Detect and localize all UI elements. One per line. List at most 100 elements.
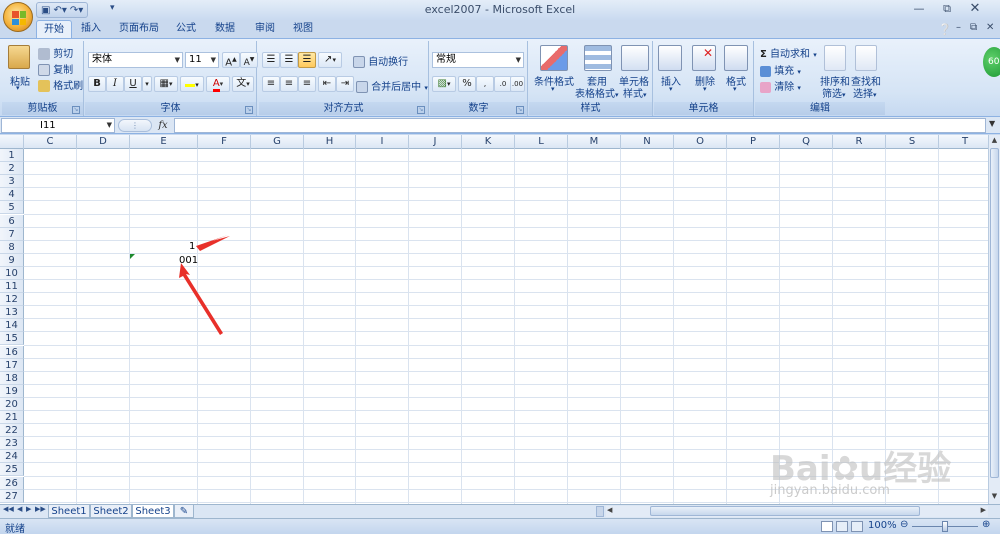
find-select-button[interactable]: 选择▾ <box>853 85 877 100</box>
scroll-down-icon[interactable]: ▼ <box>990 492 999 502</box>
sort-filter-button[interactable]: 筛选▾ <box>822 85 846 100</box>
normal-view-icon[interactable] <box>821 521 833 532</box>
wrap-text-label: 自动换行 <box>368 57 409 68</box>
page-break-view-icon[interactable] <box>851 521 863 532</box>
tab-view[interactable]: 视图 <box>288 20 318 38</box>
horizontal-scrollbar[interactable]: ◀ ▶ <box>606 506 988 517</box>
tab-split-handle[interactable] <box>596 506 604 517</box>
zoom-in-icon[interactable]: ⊕ <box>982 519 990 530</box>
tab-data[interactable]: 数据 <box>210 20 240 38</box>
cut-button[interactable]: 剪切 <box>38 45 73 60</box>
restore-icon[interactable]: ⧉ <box>934 1 960 17</box>
paste-button[interactable]: 粘贴 <box>10 73 30 88</box>
close-icon[interactable]: ✕ <box>962 1 988 17</box>
font-size-select[interactable]: 11 ▼ <box>185 52 219 68</box>
workbook-restore-icon[interactable]: ⧉ <box>970 22 977 33</box>
delete-cells-icon: ✕ <box>692 45 716 71</box>
zoom-slider-thumb[interactable] <box>942 521 948 532</box>
insert-function-button[interactable]: fx <box>155 119 171 132</box>
prev-sheet-icon[interactable]: ◀ <box>17 505 22 513</box>
next-sheet-icon[interactable]: ▶ <box>26 505 31 513</box>
sheet-tab-1[interactable]: Sheet1 <box>48 505 90 518</box>
insert-dropdown-icon[interactable]: ▾ <box>669 85 673 93</box>
align-center-icon: ≡ <box>284 78 294 89</box>
paste-dropdown-icon[interactable]: ▾ <box>16 84 20 92</box>
align-right-button[interactable]: ≡ <box>298 76 316 92</box>
vertical-scrollbar[interactable]: ▲ ▼ <box>988 135 1000 504</box>
borders-button[interactable]: ▦▾ <box>154 76 178 92</box>
workbook-minimize-icon[interactable]: – <box>956 22 961 33</box>
decrease-indent-button[interactable]: ⇤ <box>318 76 336 92</box>
font-launcher-icon[interactable]: ↘ <box>245 106 253 114</box>
sheet-tab-3[interactable]: Sheet3 <box>132 505 174 518</box>
paste-icon[interactable] <box>8 45 30 69</box>
scroll-up-icon[interactable]: ▲ <box>990 136 999 146</box>
align-bottom-button[interactable]: ☰ <box>298 52 316 68</box>
font-name-select[interactable]: 宋体 ▼ <box>88 52 183 68</box>
hscroll-thumb[interactable] <box>650 506 920 516</box>
page-layout-view-icon[interactable] <box>836 521 848 532</box>
tab-review[interactable]: 审阅 <box>250 20 280 38</box>
align-top-button[interactable]: ☰ <box>262 52 280 68</box>
cell-styles-button[interactable]: 样式▾ <box>623 85 647 100</box>
status-badge[interactable]: 60 <box>983 47 1000 77</box>
scroll-right-icon[interactable]: ▶ <box>981 506 986 514</box>
underline-button[interactable]: U <box>124 76 142 92</box>
grow-font-button[interactable]: A▲ <box>222 52 240 68</box>
number-format-select[interactable]: 常规 ▼ <box>432 52 524 68</box>
tab-home[interactable]: 开始 <box>36 20 72 38</box>
office-button[interactable] <box>3 2 33 32</box>
number-launcher-icon[interactable]: ↘ <box>516 106 524 114</box>
font-size-value: 11 <box>189 54 202 65</box>
minimize-icon[interactable]: — <box>906 1 932 17</box>
first-sheet-icon[interactable]: ◀◀ <box>3 505 14 513</box>
name-box[interactable]: I11 ▼ <box>1 118 115 133</box>
last-sheet-icon[interactable]: ▶▶ <box>35 505 46 513</box>
zoom-level[interactable]: 100% <box>868 520 897 531</box>
zoom-out-icon[interactable]: ⊖ <box>900 519 908 530</box>
percent-button[interactable]: % <box>458 76 476 92</box>
table-format-icon <box>584 45 612 71</box>
alignment-launcher-icon[interactable]: ↘ <box>417 106 425 114</box>
align-left-button[interactable]: ≡ <box>262 76 280 92</box>
table-format-button[interactable]: 表格格式▾ <box>575 85 619 100</box>
underline-dropdown-icon[interactable]: ▾ <box>142 76 152 92</box>
fill-button[interactable]: 填充 ▾ <box>760 62 801 77</box>
italic-button[interactable]: I <box>106 76 124 92</box>
workbook-close-icon[interactable]: ✕ <box>986 22 994 33</box>
wrap-text-button[interactable]: 自动换行 <box>353 53 408 68</box>
format-painter-button[interactable]: 格式刷 <box>38 77 83 92</box>
font-color-button[interactable]: A▾ <box>206 76 230 92</box>
increase-indent-button[interactable]: ⇥ <box>336 76 354 92</box>
insert-sheet-button[interactable]: ✎ <box>174 505 194 518</box>
chevron-down-icon: ▼ <box>210 56 216 64</box>
scroll-thumb[interactable] <box>990 148 999 478</box>
tab-page-layout[interactable]: 页面布局 <box>115 20 163 38</box>
format-dropdown-icon[interactable]: ▾ <box>733 85 737 93</box>
currency-button[interactable]: ▧▾ <box>432 76 456 92</box>
merge-center-button[interactable]: 合并后居中 ▾ <box>356 78 428 93</box>
tab-formulas[interactable]: 公式 <box>171 20 201 38</box>
align-center-button[interactable]: ≡ <box>280 76 298 92</box>
clipboard-launcher-icon[interactable]: ↘ <box>72 106 80 114</box>
comma-style-button[interactable]: , <box>476 76 494 92</box>
phonetic-button[interactable]: 文▾ <box>232 76 254 92</box>
fill-color-button[interactable]: ▾ <box>180 76 204 92</box>
delete-dropdown-icon[interactable]: ▾ <box>703 85 707 93</box>
orientation-button[interactable]: ↗▾ <box>318 52 342 68</box>
help-icon[interactable]: ❔ <box>938 23 952 36</box>
clear-button[interactable]: 清除 ▾ <box>760 78 801 93</box>
copy-button[interactable]: 复制 <box>38 61 73 76</box>
formula-input[interactable] <box>174 118 986 133</box>
worksheet-grid[interactable]: CDEFGHIJKLMNOPQRST 1 2 3 4 5 6 7 8 9 10 11 12 13 14 15… <box>0 135 988 504</box>
sheet-tab-2[interactable]: Sheet2 <box>90 505 132 518</box>
shrink-font-button[interactable]: A▼ <box>240 52 258 68</box>
conditional-format-dropdown-icon[interactable]: ▾ <box>551 85 555 93</box>
expand-formula-bar-icon[interactable]: ▼ <box>989 119 995 128</box>
autosum-button[interactable]: Σ 自动求和 ▾ <box>760 45 817 60</box>
bold-button[interactable]: B <box>88 76 106 92</box>
align-middle-button[interactable]: ☰ <box>280 52 298 68</box>
tab-insert[interactable]: 插入 <box>76 20 106 38</box>
scroll-left-icon[interactable]: ◀ <box>607 506 612 514</box>
decrease-decimal-button[interactable]: .00 <box>510 76 525 92</box>
